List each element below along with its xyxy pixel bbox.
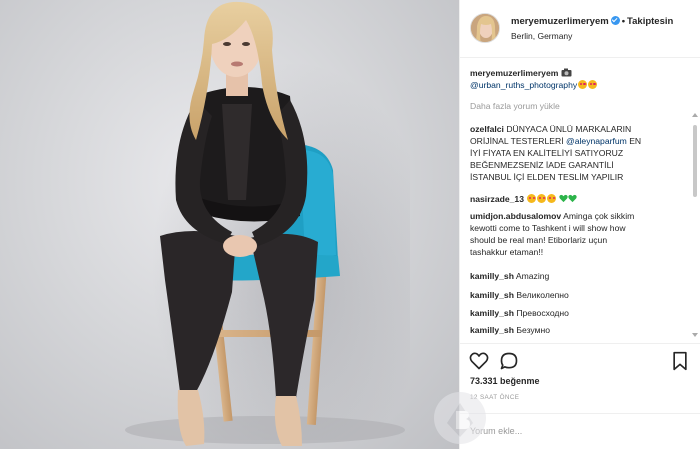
scroll-up-arrow-icon[interactable] — [692, 113, 698, 117]
comment-text: BEĞENMEZSENİZ İADE GARANTİLİ — [470, 160, 614, 170]
comment-text: Превосходно — [516, 308, 569, 318]
caption-mention[interactable]: @urban_ruths_photography — [470, 80, 577, 90]
comment-text: İYİ FİYATA EN KALİTELİYİ SATIYORUZ — [470, 148, 624, 158]
comment-text: İSTANBUL İÇİ ELDEN TESLİM YAPILIR — [470, 172, 624, 182]
caption-username[interactable]: meryemuzerlimeryem — [470, 68, 558, 78]
comment-item: kamilly_sh Безумно — [470, 324, 688, 336]
separator-dot: • — [621, 16, 626, 27]
comments-scrollbar[interactable] — [693, 125, 697, 197]
comment-text: DÜNYACA ÜNLÜ MARKALARIN — [506, 124, 632, 134]
avatar[interactable] — [470, 13, 500, 43]
avatar-image — [471, 14, 499, 42]
comment-username[interactable]: kamilly_sh — [470, 308, 514, 318]
comment-item: umidjon.abdusalomov Aminga çok sikkim ke… — [470, 210, 688, 258]
follow-button[interactable]: Takiptesin — [627, 16, 673, 27]
likes-label: beğenme — [500, 376, 540, 386]
camera-emoji-icon — [561, 68, 572, 77]
comment-mention[interactable]: @aleynaparfum — [566, 136, 627, 146]
comment-text: Безумно — [516, 325, 551, 335]
comment-text: Amazing — [515, 271, 550, 281]
comment-username[interactable]: ozelfalci — [470, 124, 504, 134]
instagram-post-view: meryemuzerlimeryem • Takiptesin Berlin, Ge… — [0, 0, 700, 449]
comment-text: Великолепно — [516, 290, 569, 300]
heart-eyes-emoji-icon — [588, 80, 598, 89]
comment-username[interactable]: kamilly_sh — [470, 325, 514, 335]
comment-item: kamilly_sh Превосходно — [470, 307, 688, 319]
header-username[interactable]: meryemuzerlimeryem — [511, 16, 609, 27]
watermark-logo-icon — [434, 392, 486, 444]
comment-icon[interactable] — [499, 351, 519, 371]
scroll-down-arrow-icon[interactable] — [692, 333, 698, 337]
heart-eyes-emoji-icon — [537, 194, 547, 203]
add-comment-bar: Yorum ekle... — [460, 413, 700, 450]
comment-text: ORİJİNAL TESTERLERİ — [470, 136, 564, 146]
comment-item: nasirzade_13 — [470, 193, 688, 205]
verified-badge-icon — [610, 16, 620, 25]
comment-item: kamilly_sh Великолепно — [470, 289, 688, 301]
comment-item: kamilly_sh Amazing — [470, 270, 688, 282]
caption: meryemuzerlimeryem @urban_ruths_photogra… — [470, 67, 688, 91]
green-heart-icon — [559, 194, 568, 203]
seated-woman-illustration — [125, 1, 405, 446]
bookmark-icon[interactable] — [670, 351, 690, 371]
header-user-line: meryemuzerlimeryem • Takiptesin — [511, 16, 673, 27]
post-photo[interactable] — [0, 0, 459, 449]
green-heart-icon — [568, 194, 577, 203]
action-bar — [460, 343, 700, 374]
post-sidebar: meryemuzerlimeryem • Takiptesin Berlin, Ge… — [459, 0, 700, 449]
comment-username[interactable]: kamilly_sh — [470, 271, 514, 281]
heart-icon[interactable] — [469, 351, 489, 371]
comment-text: kewotti come to Tashkent i will show how — [470, 223, 626, 233]
comment-item: ozelfalci DÜNYACA ÜNLÜ MARKALARIN ORİJİN… — [470, 123, 688, 183]
heart-eyes-emoji-icon — [527, 194, 537, 203]
comment-text: Aminga çok sikkim — [563, 211, 635, 221]
smiling-emoji-icon — [578, 80, 588, 89]
location-link[interactable]: Berlin, Germany — [511, 31, 572, 41]
comment-text: should be real man! Etiborlariz uçun — [470, 235, 608, 245]
load-more-comments-button[interactable]: Daha fazla yorum yükle — [470, 100, 688, 112]
comment-username[interactable]: kamilly_sh — [470, 290, 514, 300]
comment-text: EN — [629, 136, 642, 146]
comment-username[interactable]: umidjon.abdusalomov — [470, 211, 561, 221]
comment-text: tashakkur etaman!! — [470, 247, 544, 257]
comment-username[interactable]: nasirzade_13 — [470, 194, 524, 204]
heart-eyes-emoji-icon — [547, 194, 557, 203]
post-header: meryemuzerlimeryem • Takiptesin Berlin, Ge… — [460, 0, 700, 58]
